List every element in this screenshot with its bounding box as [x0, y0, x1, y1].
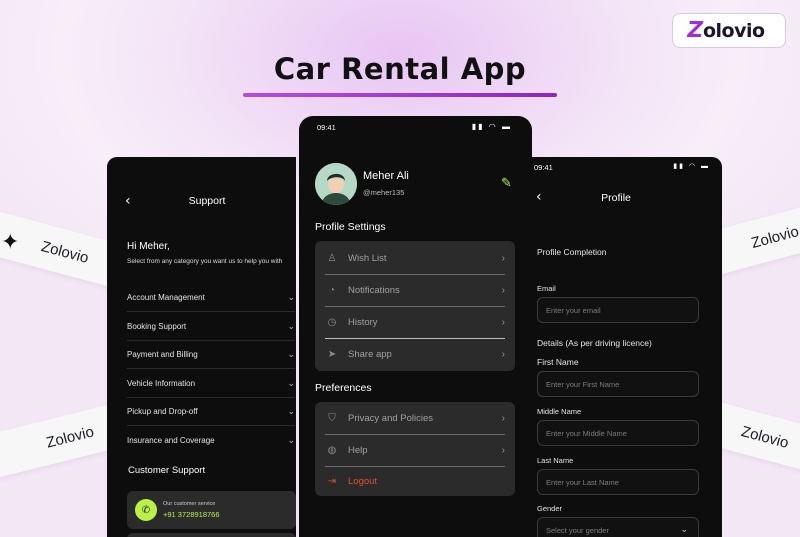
- first-name-label: First Name: [537, 357, 579, 367]
- chevron-down-icon: ⌄: [287, 348, 295, 359]
- brand-logo: Z olovio: [672, 13, 786, 48]
- settings-item-label: History: [348, 317, 378, 328]
- logout-label: Logout: [348, 476, 378, 487]
- chevron-down-icon: ⌄: [680, 524, 688, 534]
- chevron-right-icon: ›: [501, 253, 505, 264]
- settings-item-notifications[interactable]: ◔ Notifications ›: [325, 275, 505, 306]
- status-icons: ▮▮ ◠ ▬: [471, 122, 512, 131]
- middle-name-label: Middle Name: [537, 407, 582, 416]
- service-phone[interactable]: +91 3728918766: [163, 510, 220, 519]
- chevron-right-icon: ›: [501, 413, 505, 424]
- preference-item-label: Help: [348, 445, 368, 456]
- lightbulb-icon: ◍: [327, 445, 337, 456]
- last-name-label: Last Name: [537, 456, 574, 465]
- bell-icon: ◔: [328, 285, 336, 296]
- chevron-right-icon: ›: [501, 317, 505, 328]
- settings-item-history[interactable]: ◷ History ›: [325, 307, 505, 338]
- chevron-right-icon: ›: [501, 445, 505, 456]
- history-icon: ◷: [327, 317, 337, 328]
- edit-pencil-icon[interactable]: ✎: [501, 176, 512, 191]
- title-underline: [243, 93, 557, 97]
- preference-item-help[interactable]: ◍ Help ›: [325, 435, 505, 466]
- avatar: [315, 163, 357, 205]
- profile-settings-heading: Profile Settings: [315, 221, 386, 233]
- chevron-right-icon: ›: [501, 285, 505, 296]
- email-label: Email: [537, 284, 556, 293]
- email-field[interactable]: Enter your email: [537, 297, 699, 323]
- status-time: 09:41: [317, 123, 336, 132]
- last-name-field[interactable]: Enter your Last Name: [537, 469, 699, 495]
- support-screen: ‹ Support Hi Meher, Select from any cate…: [107, 157, 296, 537]
- details-heading: Details (As per driving licence): [537, 338, 652, 348]
- first-name-field[interactable]: Enter your First Name: [537, 371, 699, 397]
- shield-icon: ⛉: [328, 413, 336, 424]
- gender-placeholder: Select your gender: [546, 525, 609, 535]
- phone-icon: ✆: [135, 499, 157, 521]
- sparkle-icon: ✦: [1, 230, 20, 255]
- support-subtitle: Select from any category you want us to …: [127, 258, 283, 265]
- category-account-management[interactable]: Account Management ⌄: [127, 283, 295, 312]
- profile-name: Meher Ali: [363, 170, 409, 182]
- preference-item-label: Privacy and Policies: [348, 413, 434, 424]
- category-vehicle-information[interactable]: Vehicle Information ⌄: [127, 369, 295, 398]
- chevron-down-icon: ⌄: [287, 405, 295, 416]
- category-pickup-dropoff[interactable]: Pickup and Drop-off ⌄: [127, 397, 295, 426]
- settings-item-label: Notifications: [348, 285, 400, 296]
- category-label: Payment and Billing: [127, 349, 198, 359]
- customer-service-card[interactable]: ✆ Our customer service +91 3728918766: [127, 491, 296, 529]
- customer-support-heading: Customer Support: [128, 465, 206, 476]
- profile-settings-card: ♙ Wish List › ◔ Notifications › ◷ History › ➤ S…: [315, 241, 515, 371]
- profile-screen: 09:41 ▮▮ ◠ ▬ Meher Ali @meher135 ✎ Profi…: [299, 116, 532, 537]
- category-payment-billing[interactable]: Payment and Billing ⌄: [127, 340, 295, 369]
- preferences-card: ⛉ Privacy and Policies › ◍ Help › ⇥ Logout: [315, 402, 515, 496]
- profile-form-title: Profile: [601, 192, 631, 204]
- category-label: Account Management: [127, 292, 205, 302]
- service-label: Our customer service: [163, 501, 216, 507]
- logout-icon: ⇥: [327, 476, 337, 487]
- gender-label: Gender: [537, 504, 563, 513]
- settings-item-wish-list[interactable]: ♙ Wish List ›: [325, 243, 505, 274]
- category-label: Pickup and Drop-off: [127, 406, 198, 416]
- user-icon: ♙: [327, 253, 337, 264]
- preferences-heading: Preferences: [315, 382, 372, 394]
- chevron-right-icon: ›: [501, 349, 505, 360]
- chevron-down-icon: ⌄: [287, 435, 295, 445]
- support-card-2[interactable]: [127, 533, 296, 537]
- settings-item-share-app[interactable]: ➤ Share app ›: [325, 339, 505, 370]
- profile-form-screen: 09:41 ▮▮ ◠ ▬ ‹ Profile Profile Completio…: [532, 157, 722, 537]
- chevron-down-icon: ⌄: [287, 377, 295, 388]
- settings-item-label: Wish List: [348, 253, 387, 264]
- preference-item-privacy[interactable]: ⛉ Privacy and Policies ›: [325, 403, 505, 434]
- page-title: Car Rental App: [273, 52, 527, 86]
- chevron-down-icon: ⌄: [287, 291, 295, 302]
- category-label: Booking Support: [127, 321, 187, 331]
- category-label: Vehicle Information: [127, 378, 196, 388]
- avatar-illustration: [315, 163, 357, 205]
- support-title: Support: [188, 195, 226, 207]
- completion-heading: Profile Completion: [537, 247, 607, 257]
- category-label: Insurance and Coverage: [127, 436, 215, 445]
- middle-name-field[interactable]: Enter your Middle Name: [537, 420, 699, 446]
- category-booking-support[interactable]: Booking Support ⌄: [127, 312, 295, 341]
- status-icons: ▮▮ ◠ ▬: [673, 163, 710, 170]
- gender-select[interactable]: Select your gender ⌄: [537, 517, 699, 537]
- send-icon: ➤: [327, 349, 337, 360]
- brand-logo-text: olovio: [702, 19, 765, 42]
- category-insurance-coverage[interactable]: Insurance and Coverage ⌄: [127, 426, 295, 455]
- chevron-down-icon: ⌄: [287, 320, 295, 331]
- settings-item-label: Share app: [348, 349, 392, 360]
- logout-button[interactable]: ⇥ Logout: [325, 466, 505, 497]
- status-time: 09:41: [534, 163, 553, 172]
- profile-handle: @meher135: [363, 188, 405, 197]
- greeting: Hi Meher,: [127, 241, 170, 252]
